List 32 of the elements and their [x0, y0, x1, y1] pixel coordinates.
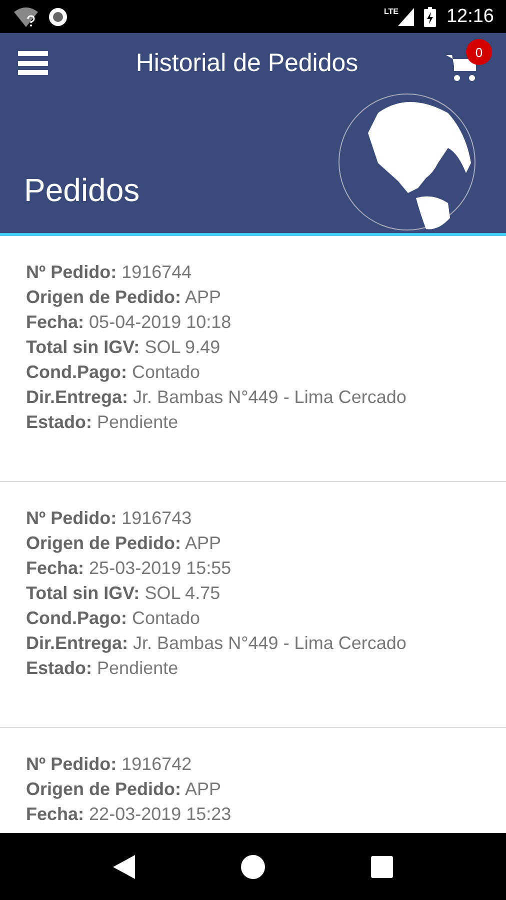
- order-detail: Estado: Pendiente: [26, 657, 180, 680]
- clock: 12:16: [446, 6, 494, 28]
- back-icon[interactable]: [113, 854, 135, 878]
- page-heading: Pedidos: [24, 172, 140, 209]
- order-detail: Origen de Pedido: APP: [26, 778, 222, 801]
- order-card[interactable]: Nº Pedido: 1916744 Origen de Pedido: APP Fecha: 05-04-2019 10:18 Total sin IGV: SOL 9.49 Cond.Pago: Contado Dir.Entrega: Jr. Bambas N°449 - Lima Cercado Estado: Pendiente: [0, 236, 506, 482]
- menu-button[interactable]: [18, 51, 48, 75]
- order-detail: Fecha: 05-04-2019 10:18: [26, 311, 232, 334]
- order-detail: Estado: Pendiente: [26, 411, 180, 434]
- order-detail: Fecha: 22-03-2019 15:23: [26, 803, 232, 826]
- record-icon: [48, 6, 68, 26]
- cart-count-badge: 0: [466, 39, 492, 65]
- signal-icon: [398, 8, 414, 26]
- network-type: LTE: [384, 7, 398, 16]
- order-detail: Cond.Pago: Contado: [26, 607, 202, 630]
- order-detail: Origen de Pedido: APP: [26, 532, 222, 555]
- app-bar-title: Historial de Pedidos: [134, 48, 360, 78]
- order-detail: Dir.Entrega: Jr. Bambas N°449 - Lima Cercado: [26, 386, 408, 409]
- home-icon[interactable]: [241, 854, 265, 878]
- order-detail: Dir.Entrega: Jr. Bambas N°449 - Lima Cercado: [26, 632, 408, 655]
- order-detail: Total sin IGV: SOL 4.75: [26, 582, 222, 605]
- order-detail: Total sin IGV: SOL 9.49: [26, 336, 222, 359]
- order-detail: Nº Pedido: 1916743: [26, 507, 193, 530]
- order-detail: Cond.Pago: Contado: [26, 361, 202, 384]
- order-card[interactable]: Nº Pedido: 1916743 Origen de Pedido: APP Fecha: 25-03-2019 15:55 Total sin IGV: SOL 4.75 Cond.Pago: Contado Dir.Entrega: Jr. Bambas N°449 - Lima Cercado Estado: Pendiente: [0, 482, 506, 728]
- order-detail: Origen de Pedido: APP: [26, 286, 222, 309]
- recents-icon[interactable]: [371, 856, 393, 878]
- wifi-icon: [14, 6, 38, 26]
- order-detail: Nº Pedido: 1916744: [26, 261, 193, 284]
- order-detail: Nº Pedido: 1916742: [26, 753, 193, 776]
- battery-icon: [424, 6, 436, 26]
- order-detail: Fecha: 25-03-2019 15:55: [26, 557, 232, 580]
